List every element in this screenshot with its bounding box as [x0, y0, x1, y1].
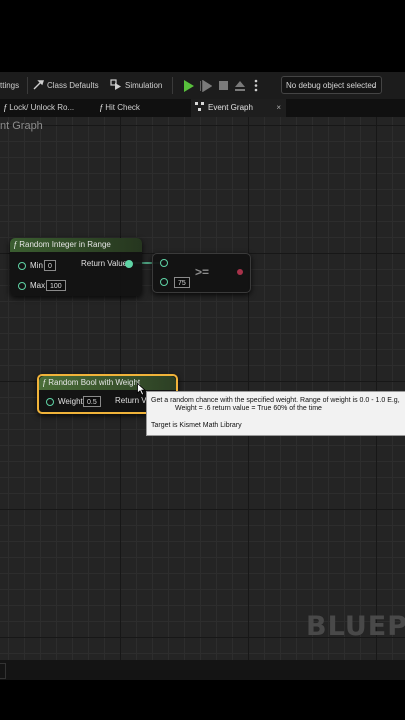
- class-defaults-icon: [33, 80, 44, 90]
- toolbar-divider: [27, 77, 28, 94]
- node-header: f Random Integer in Range: [10, 238, 142, 252]
- tab-hit-check[interactable]: f Hit Check: [96, 99, 190, 117]
- weight-label: Weight: [58, 397, 83, 406]
- play-icon[interactable]: [183, 80, 195, 92]
- graph-tabs: f Lock/ Unlock Ro... f Hit Check Event Gra…: [0, 99, 405, 117]
- b-input-pin[interactable]: [160, 278, 168, 286]
- weight-value-field[interactable]: 0.5: [83, 396, 101, 407]
- min-value-field[interactable]: 0: [44, 260, 56, 271]
- node-title: Random Bool with Weight: [48, 378, 141, 387]
- event-graph-icon: [195, 102, 204, 111]
- blueprint-toolbar: ttings Class Defaults Simulation No debu…: [0, 72, 405, 99]
- function-icon: f: [4, 103, 7, 112]
- stop-icon[interactable]: [218, 80, 229, 91]
- tooltip-description: Get a random chance with the specified w…: [151, 397, 400, 404]
- a-input-pin[interactable]: [160, 259, 168, 267]
- operator-label: >=: [195, 265, 210, 279]
- bottom-status-bar: [0, 660, 405, 680]
- tab-lock-unlock[interactable]: f Lock/ Unlock Ro...: [0, 99, 95, 117]
- mouse-cursor-icon: [137, 383, 146, 396]
- eject-icon[interactable]: [234, 80, 246, 92]
- node-title: Random Integer in Range: [19, 240, 111, 249]
- tab-event-graph[interactable]: Event Graph ×: [191, 99, 286, 117]
- simulation-icon: [110, 79, 121, 90]
- tab-label: Hit Check: [105, 103, 140, 112]
- max-label: Max: [30, 281, 46, 290]
- close-icon[interactable]: ×: [276, 99, 281, 117]
- debug-object-select[interactable]: No debug object selected ⌄: [281, 76, 382, 94]
- blueprint-watermark: BLUEP: [306, 611, 405, 642]
- function-icon: f: [100, 103, 103, 112]
- random-integer-in-range-node[interactable]: f Random Integer in Range Min 0 Max 100 R…: [10, 238, 142, 296]
- toolbar-divider: [172, 77, 173, 94]
- weight-input-pin[interactable]: [46, 398, 54, 406]
- greater-equal-node[interactable]: 75 >=: [152, 253, 251, 293]
- node-tooltip: Get a random chance with the specified w…: [146, 391, 405, 436]
- b-value-field[interactable]: 75: [174, 277, 190, 288]
- chevron-down-icon: ⌄: [370, 81, 377, 90]
- max-value-field[interactable]: 100: [46, 280, 66, 291]
- function-icon: f: [43, 378, 46, 387]
- tab-label: Lock/ Unlock Ro...: [9, 103, 75, 112]
- max-input-pin[interactable]: [18, 282, 26, 290]
- class-settings-label: ttings: [0, 81, 20, 90]
- class-defaults-button[interactable]: Class Defaults: [33, 72, 99, 99]
- return-value-output-pin[interactable]: [125, 260, 133, 268]
- step-icon[interactable]: [200, 80, 212, 92]
- tooltip-example: Weight = .6 return value = True 60% of t…: [175, 405, 322, 412]
- node-header: f Random Bool with Weight: [39, 376, 176, 390]
- min-input-pin[interactable]: [18, 262, 26, 270]
- simulation-label: Simulation: [125, 81, 163, 90]
- tooltip-target: Target is Kismet Math Library: [151, 422, 242, 429]
- class-defaults-label: Class Defaults: [47, 81, 99, 90]
- return-value-label: Return Value: [81, 259, 128, 268]
- bool-output-pin[interactable]: [237, 269, 243, 275]
- min-label: Min: [30, 261, 43, 270]
- debug-object-select-value: No debug object selected: [286, 81, 377, 90]
- tab-label: Event Graph: [208, 103, 253, 112]
- function-icon: f: [14, 240, 17, 249]
- event-graph-canvas[interactable]: nt Graph f Random Integer in Range Min 0 …: [0, 117, 405, 660]
- panel-edge: [0, 663, 6, 679]
- simulation-button[interactable]: Simulation: [110, 72, 162, 99]
- more-vertical-icon[interactable]: [253, 79, 259, 92]
- class-settings-button[interactable]: ttings: [0, 72, 19, 99]
